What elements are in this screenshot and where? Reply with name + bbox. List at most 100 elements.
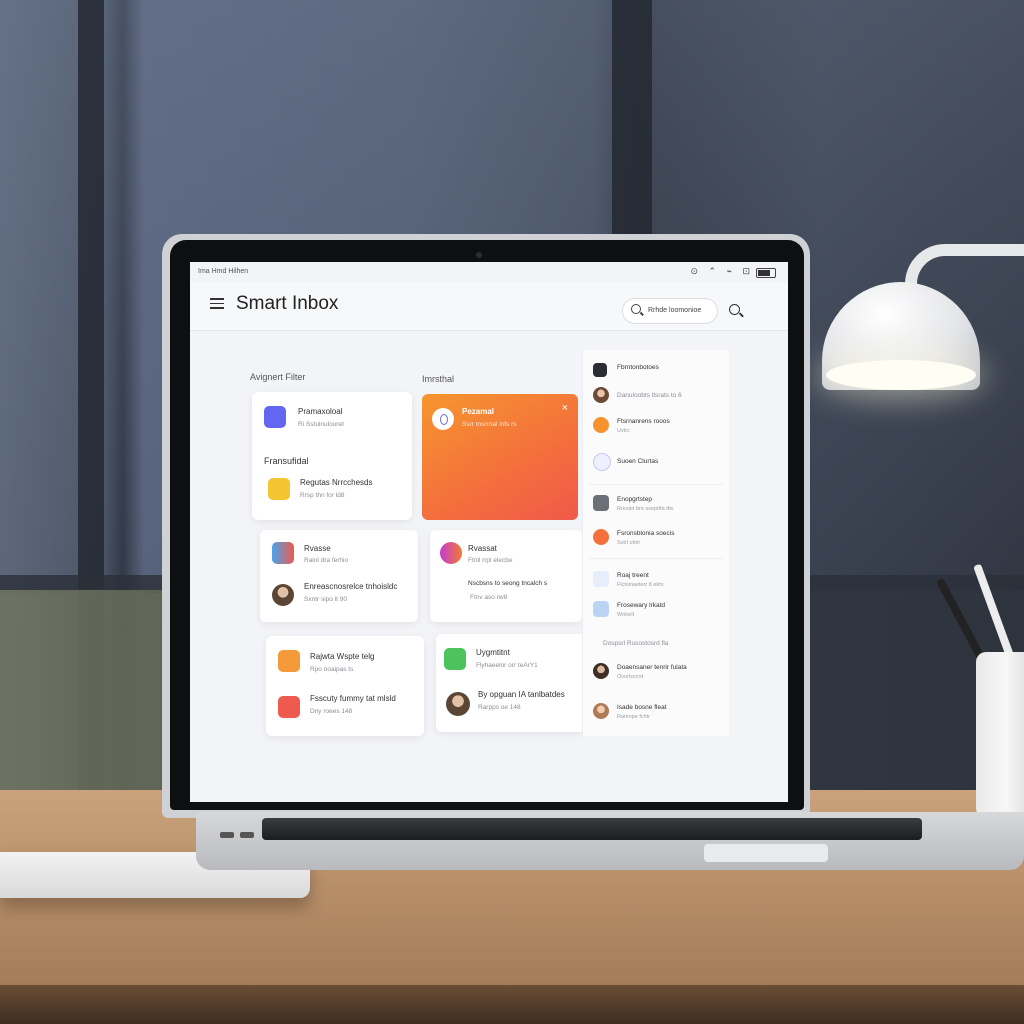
- list-item-title: Enopgrtstep: [617, 496, 653, 503]
- message-card[interactable]: Pramaxoloal Ri Sstulnulouret Fransufidal…: [252, 392, 412, 520]
- app-title: Smart Inbox: [236, 293, 339, 314]
- message-card[interactable]: Uygmtitnt Flyhaeelor orr teArY1 By opgua…: [436, 634, 588, 732]
- section-label-important: Imrsthal: [422, 374, 455, 384]
- keyboard: [262, 818, 922, 840]
- search-button[interactable]: [728, 303, 744, 319]
- search-placeholder: Rrhde loomonioe: [648, 307, 702, 314]
- app-icon: [272, 542, 294, 564]
- search-icon: [729, 304, 740, 315]
- list-item-title: Fbrntonbotoes: [617, 364, 659, 371]
- card-title: Rajwta Wspte telg: [310, 652, 375, 661]
- search-icon: [631, 304, 641, 314]
- hero-subtitle: Ssrr tnsrrnal lnfs rs: [462, 421, 517, 428]
- card-title: Nscbsns to seong tncalch s: [468, 580, 548, 587]
- status-icons: ⊙ ⌃ ⌁ ⊡: [690, 266, 754, 276]
- list-item-subtitle: Rreslet bre ssepttfa tfw: [617, 506, 674, 512]
- document-icon: [593, 601, 609, 617]
- list-item[interactable]: Enopgrtstep Rreslet bre ssepttfa tfw: [583, 488, 729, 518]
- card-subtitle: Dny roees 148: [310, 708, 353, 715]
- card-title: By opguan IA tanlbatdes: [478, 690, 565, 699]
- list-item-title: Doaensaner tenrir fulata: [617, 664, 687, 671]
- message-icon: [444, 648, 466, 670]
- app-icon: [593, 363, 607, 377]
- list-item[interactable]: Danuloobts tlsrats to 6: [583, 380, 729, 410]
- desk-lamp-light: [826, 360, 976, 390]
- badge-icon: [440, 542, 462, 564]
- app-icon: [593, 495, 609, 511]
- list-item-subtitle: Flctsinaeterr 8 ekts: [617, 582, 664, 588]
- attachment-icon: [278, 696, 300, 718]
- avatar: [593, 387, 609, 403]
- card-title: Fsscuty fummy tat mlsld: [310, 694, 396, 703]
- list-item[interactable]: Ftsrnanrens rooos Uvtrc: [583, 410, 729, 440]
- list-item-title: Suoen Clurtas: [617, 458, 659, 465]
- divider: [589, 558, 723, 559]
- list-item-title: Isade bosne fleat: [617, 704, 667, 711]
- app-header: Smart Inbox Rrhde loomonioe: [190, 282, 788, 331]
- status-icon: [593, 529, 609, 545]
- grid-icon: [593, 571, 609, 587]
- card-title: Rvasse: [304, 544, 331, 553]
- desk-edge: [0, 985, 1024, 1024]
- list-item-subtitle: Ramnpe fchtr: [617, 714, 651, 720]
- card-subtitle: Rarpps oe 148: [478, 704, 521, 711]
- status-time: Ima Hmd Hilhen: [198, 268, 249, 275]
- card-subtitle: Sxntr sipo lt 90: [304, 596, 347, 603]
- message-card[interactable]: Rvassat Ftnll rrpl elecbe Nscbsns to seo…: [430, 530, 582, 622]
- conversation-sidebar: Fbrntonbotoes Danuloobts tlsrats to 6 Ft…: [582, 350, 729, 736]
- list-item-subtitle: Ovorlsccrd: [617, 674, 644, 680]
- usb-port: [240, 832, 254, 838]
- list-item[interactable]: Doaensaner tenrir fulata Ovorlsccrd: [583, 656, 729, 686]
- pen-cup: [976, 652, 1024, 818]
- list-item-title: Dospsrl Rusostosrd fla: [603, 640, 669, 647]
- highlighted-card[interactable]: Pezamal Ssrr tnsrrnal lnfs rs ×: [422, 394, 578, 520]
- card-subtitle: Ftnll rrpl elecbe: [468, 557, 513, 564]
- hero-title: Pezamal: [462, 407, 495, 416]
- search-field[interactable]: Rrhde loomonioe: [622, 298, 718, 324]
- divider: [589, 484, 723, 485]
- battery-icon: [756, 268, 776, 278]
- card-subtitle: Flyhaeelor orr teArY1: [476, 662, 538, 669]
- message-card[interactable]: Rvasse Rainl dra ferhio Enreascnosrelce …: [260, 530, 418, 622]
- image-icon: [278, 650, 300, 672]
- status-icon: [593, 417, 609, 433]
- card-title: Enreascnosrelce tnhoisldc: [304, 582, 398, 591]
- card-title: Uygmtitnt: [476, 648, 510, 657]
- card-subtitle: Ri Sstulnulouret: [298, 421, 344, 428]
- folder-icon: [268, 478, 290, 500]
- list-item[interactable]: Isade bosne fleat Ramnpe fchtr: [583, 696, 729, 726]
- list-item-subtitle: Uvtrc: [617, 428, 630, 434]
- avatar: [593, 663, 609, 679]
- message-card[interactable]: Rajwta Wspte telg Rpo noaipas ts Fsscuty…: [266, 636, 424, 736]
- card-subtitle: Rpo noaipas ts: [310, 666, 354, 673]
- list-item[interactable]: Roaj treent Flctsinaeterr 8 ekts: [583, 564, 729, 594]
- section-label-filter: Avignert Filter: [250, 372, 306, 382]
- card-title: Pramaxoloal: [298, 407, 343, 416]
- card-subtitle: Ftnv aso rw8: [470, 594, 508, 601]
- profile-icon: [432, 408, 454, 430]
- card-title: Regutas Nrrcchesds: [300, 478, 373, 487]
- card-subtitle: Rainl dra ferhio: [304, 557, 349, 564]
- list-item-title: Fsronsblonia soecis: [617, 530, 675, 537]
- laptop-screen: Ima Hmd Hilhen ⊙ ⌃ ⌁ ⊡ Smart Inbox Rrhde…: [190, 262, 788, 802]
- hamburger-menu-icon[interactable]: [210, 298, 224, 309]
- trackpad: [704, 844, 828, 862]
- list-item-title: Roaj treent: [617, 572, 649, 579]
- avatar: [593, 703, 609, 719]
- list-item[interactable]: Frosewary lrkatd Wnhelt: [583, 594, 729, 624]
- list-item-title: Ftsrnanrens rooos: [617, 418, 670, 425]
- settings-icon: [593, 453, 611, 471]
- avatar: [446, 692, 470, 716]
- mail-icon: [264, 406, 286, 428]
- list-item[interactable]: Fsronsblonia soecis Sxtrl ofolr: [583, 522, 729, 552]
- avatar: [272, 584, 294, 606]
- list-item-title: Danuloobts tlsrats to 6: [617, 392, 682, 399]
- close-icon[interactable]: ×: [562, 402, 568, 414]
- list-item-subtitle: Sxtrl ofolr: [617, 540, 641, 546]
- list-item-title: Frosewary lrkatd: [617, 602, 666, 609]
- card-title: Rvassat: [468, 544, 497, 553]
- list-item[interactable]: Suoen Clurtas: [583, 446, 729, 476]
- card-section-title: Fransufidal: [264, 456, 309, 466]
- status-bar: Ima Hmd Hilhen ⊙ ⌃ ⌁ ⊡: [190, 262, 788, 282]
- webcam: [476, 252, 482, 258]
